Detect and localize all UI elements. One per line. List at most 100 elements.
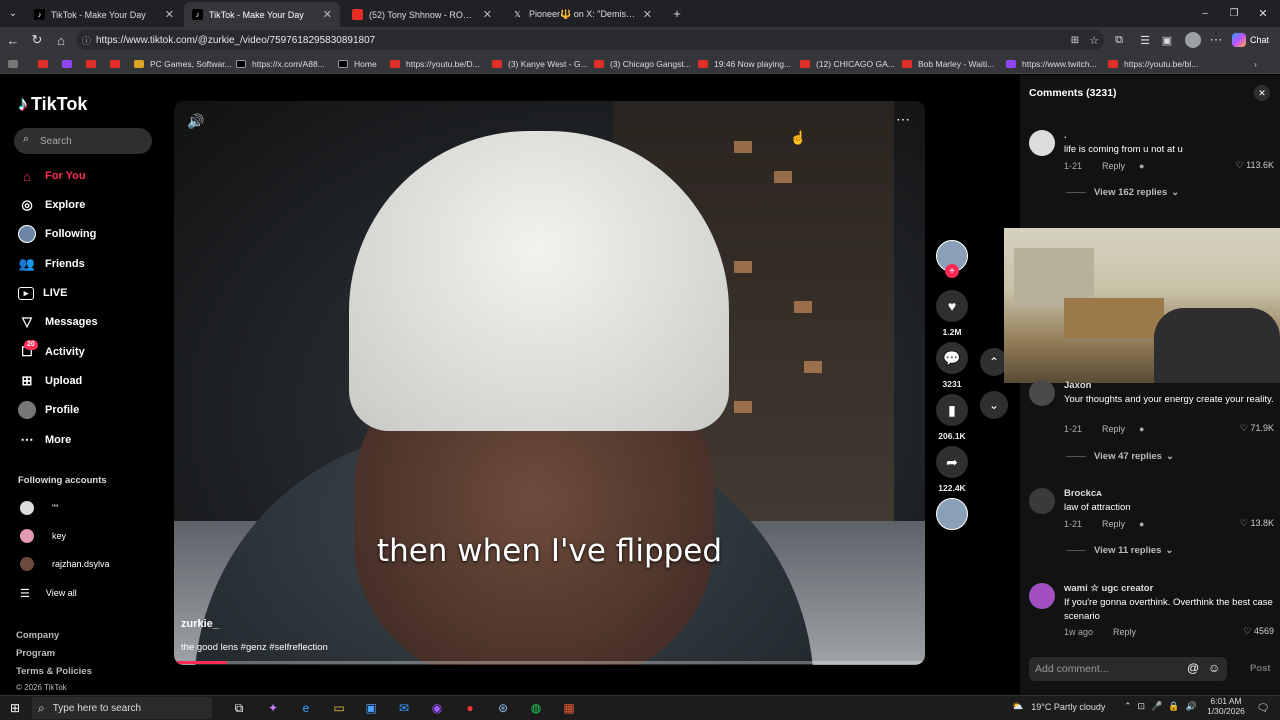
- site-info-icon[interactable]: ⓘ: [82, 34, 91, 47]
- store-icon[interactable]: ▣: [362, 699, 380, 717]
- bookmark-item[interactable]: (12) CHICAGO GA...: [800, 56, 895, 71]
- bookmark-item[interactable]: https://x.com/A88...: [236, 56, 325, 71]
- search-input[interactable]: ⌕ Search: [14, 128, 152, 154]
- following-account[interactable]: rajzhan.dsylva: [20, 554, 110, 574]
- bookmark-item[interactable]: (3) Kanye West - G...: [492, 56, 588, 71]
- edge-icon[interactable]: e: [297, 699, 315, 717]
- bookmark-item[interactable]: PC Games, Softwar...: [134, 56, 232, 71]
- nav-profile[interactable]: Profile: [18, 399, 79, 421]
- bookmark-item[interactable]: 19:46 Now playing...: [698, 56, 791, 71]
- profile-avatar[interactable]: [1185, 32, 1201, 48]
- close-tab-icon[interactable]: ✕: [483, 8, 492, 21]
- nav-explore[interactable]: ◎ Explore: [18, 194, 85, 216]
- app-icon[interactable]: ●: [461, 699, 479, 717]
- view-replies-button[interactable]: View 162 replies ⌄: [1066, 187, 1179, 198]
- steam-icon[interactable]: ⊛: [494, 699, 512, 717]
- save-button[interactable]: ▮ 206.1K: [936, 394, 968, 441]
- mention-icon[interactable]: @: [1187, 661, 1199, 675]
- footer-link[interactable]: Terms & Policies: [16, 666, 92, 677]
- discord-icon[interactable]: ◉: [428, 699, 446, 717]
- new-tab-icon[interactable]: +: [668, 4, 686, 22]
- video-progress-bar[interactable]: [174, 661, 925, 664]
- bookmark-item[interactable]: https://youtu.be/D...: [390, 56, 480, 71]
- nav-more[interactable]: ⋯ More: [18, 429, 72, 451]
- close-tab-icon[interactable]: ✕: [323, 8, 332, 21]
- browser-tab[interactable]: (52) Tony Shhnow - ROCK DA BOAT ✕: [344, 2, 500, 27]
- browser-tab-active[interactable]: ♪ TikTok - Make Your Day ✕: [184, 2, 340, 27]
- avatar[interactable]: [1029, 488, 1055, 514]
- close-tab-icon[interactable]: ✕: [165, 8, 174, 21]
- mail-icon[interactable]: ✉: [395, 699, 413, 717]
- avatar[interactable]: [1029, 130, 1055, 156]
- nav-activity[interactable]: ☐ Activity 20: [18, 340, 85, 363]
- comment-like-button[interactable]: ♡ 113.6K: [1236, 160, 1274, 171]
- home-icon[interactable]: ⌂: [52, 31, 70, 49]
- nav-upload[interactable]: ⊞ Upload: [18, 370, 83, 392]
- sound-avatar[interactable]: [936, 498, 968, 530]
- more-options-icon[interactable]: ⋯: [896, 111, 910, 128]
- browser-tab[interactable]: ♪ TikTok - Make Your Day ✕: [26, 2, 182, 27]
- next-video-button[interactable]: ⌄: [980, 391, 1008, 419]
- comment-like-button[interactable]: ♡ 4569: [1243, 626, 1274, 637]
- refresh-icon[interactable]: ↻: [28, 31, 46, 49]
- task-view-icon[interactable]: ⧉: [230, 699, 248, 717]
- spotify-icon[interactable]: ◍: [527, 699, 545, 717]
- browser-tab[interactable]: 𝕏 Pioneer🔱 on X: "Demisux is doing ✕: [504, 2, 660, 27]
- bookmarks-overflow-icon[interactable]: ›: [1254, 56, 1257, 71]
- url-field[interactable]: ⓘ https://www.tiktok.com/@zurkie_/video/…: [76, 30, 1104, 50]
- close-tab-icon[interactable]: ✕: [643, 8, 652, 21]
- following-account[interactable]: "": [20, 498, 58, 518]
- notifications-icon[interactable]: 🗨: [1254, 699, 1272, 717]
- file-explorer-icon[interactable]: ▭: [330, 699, 348, 717]
- avatar[interactable]: [1029, 380, 1055, 406]
- tab-list-icon[interactable]: ⌄: [4, 4, 22, 22]
- tiktok-logo[interactable]: ♪ TikTok: [18, 93, 87, 116]
- app-available-icon[interactable]: ⊞: [1066, 31, 1084, 49]
- menu-dots-icon[interactable]: ⋯: [1207, 31, 1225, 49]
- system-tray-icons[interactable]: ⌃⊡🎤🔒🔊: [1124, 701, 1203, 712]
- emoji-icon[interactable]: ☺: [1208, 661, 1220, 675]
- following-account[interactable]: key: [20, 526, 66, 546]
- reply-button[interactable]: Reply: [1102, 161, 1125, 171]
- bookmark-item[interactable]: Home: [338, 56, 377, 71]
- collections-icon[interactable]: ▣: [1158, 31, 1176, 49]
- view-all-following[interactable]: ☰ View all: [20, 583, 77, 603]
- reply-button[interactable]: Reply: [1102, 519, 1125, 529]
- like-button[interactable]: ♥ 1.2M: [936, 290, 968, 337]
- nav-live[interactable]: ▸ LIVE: [18, 282, 67, 304]
- footer-link[interactable]: Program: [16, 648, 55, 659]
- bookmark-item[interactable]: [62, 56, 78, 71]
- weather-widget[interactable]: ⛅ 19°C Partly cloudy: [1012, 701, 1105, 712]
- close-comments-icon[interactable]: ✕: [1254, 85, 1270, 101]
- windows-start-icon[interactable]: ⊞: [6, 699, 24, 717]
- favorite-star-icon[interactable]: ☆: [1085, 31, 1103, 49]
- taskbar-search-box[interactable]: ⌕ Type here to search: [32, 697, 212, 719]
- nav-messages[interactable]: ▽ Messages: [18, 311, 98, 333]
- avatar[interactable]: [1029, 583, 1055, 609]
- comment-like-button[interactable]: ♡ 13.8K: [1240, 518, 1274, 529]
- copilot-icon[interactable]: ✦: [264, 699, 282, 717]
- comment-author[interactable]: wami ☆ ugc creator: [1064, 583, 1153, 594]
- view-replies-button[interactable]: View 11 replies ⌄: [1066, 545, 1173, 556]
- bookmark-item[interactable]: https://youtu.be/bl...: [1108, 56, 1198, 71]
- comment-button[interactable]: 💬 3231: [936, 342, 968, 389]
- clock[interactable]: 6:01 AM 1/30/2026: [1204, 696, 1248, 716]
- favorites-icon[interactable]: ☰: [1136, 31, 1154, 49]
- reply-button[interactable]: Reply: [1102, 424, 1125, 434]
- follow-plus-icon[interactable]: +: [945, 264, 959, 278]
- share-button[interactable]: ➦ 122.4K: [936, 446, 968, 493]
- nav-following[interactable]: Following: [18, 223, 96, 245]
- extensions-icon[interactable]: ⧉: [1110, 31, 1128, 49]
- post-button[interactable]: Post: [1250, 663, 1271, 674]
- comment-author[interactable]: .: [1064, 130, 1067, 141]
- maximize-icon[interactable]: ❐: [1225, 4, 1243, 22]
- bookmark-item[interactable]: [86, 56, 102, 71]
- comment-like-button[interactable]: ♡ 71.9K: [1240, 423, 1274, 434]
- video-player[interactable]: then when I've flipped zurkie_ the good …: [174, 101, 925, 665]
- close-window-icon[interactable]: ✕: [1254, 4, 1272, 22]
- bookmark-item[interactable]: [38, 56, 54, 71]
- bookmark-item[interactable]: [8, 56, 24, 71]
- comment-author[interactable]: Jaxon: [1064, 380, 1091, 391]
- nav-friends[interactable]: 👥 Friends: [18, 253, 85, 275]
- reply-button[interactable]: Reply: [1113, 627, 1136, 637]
